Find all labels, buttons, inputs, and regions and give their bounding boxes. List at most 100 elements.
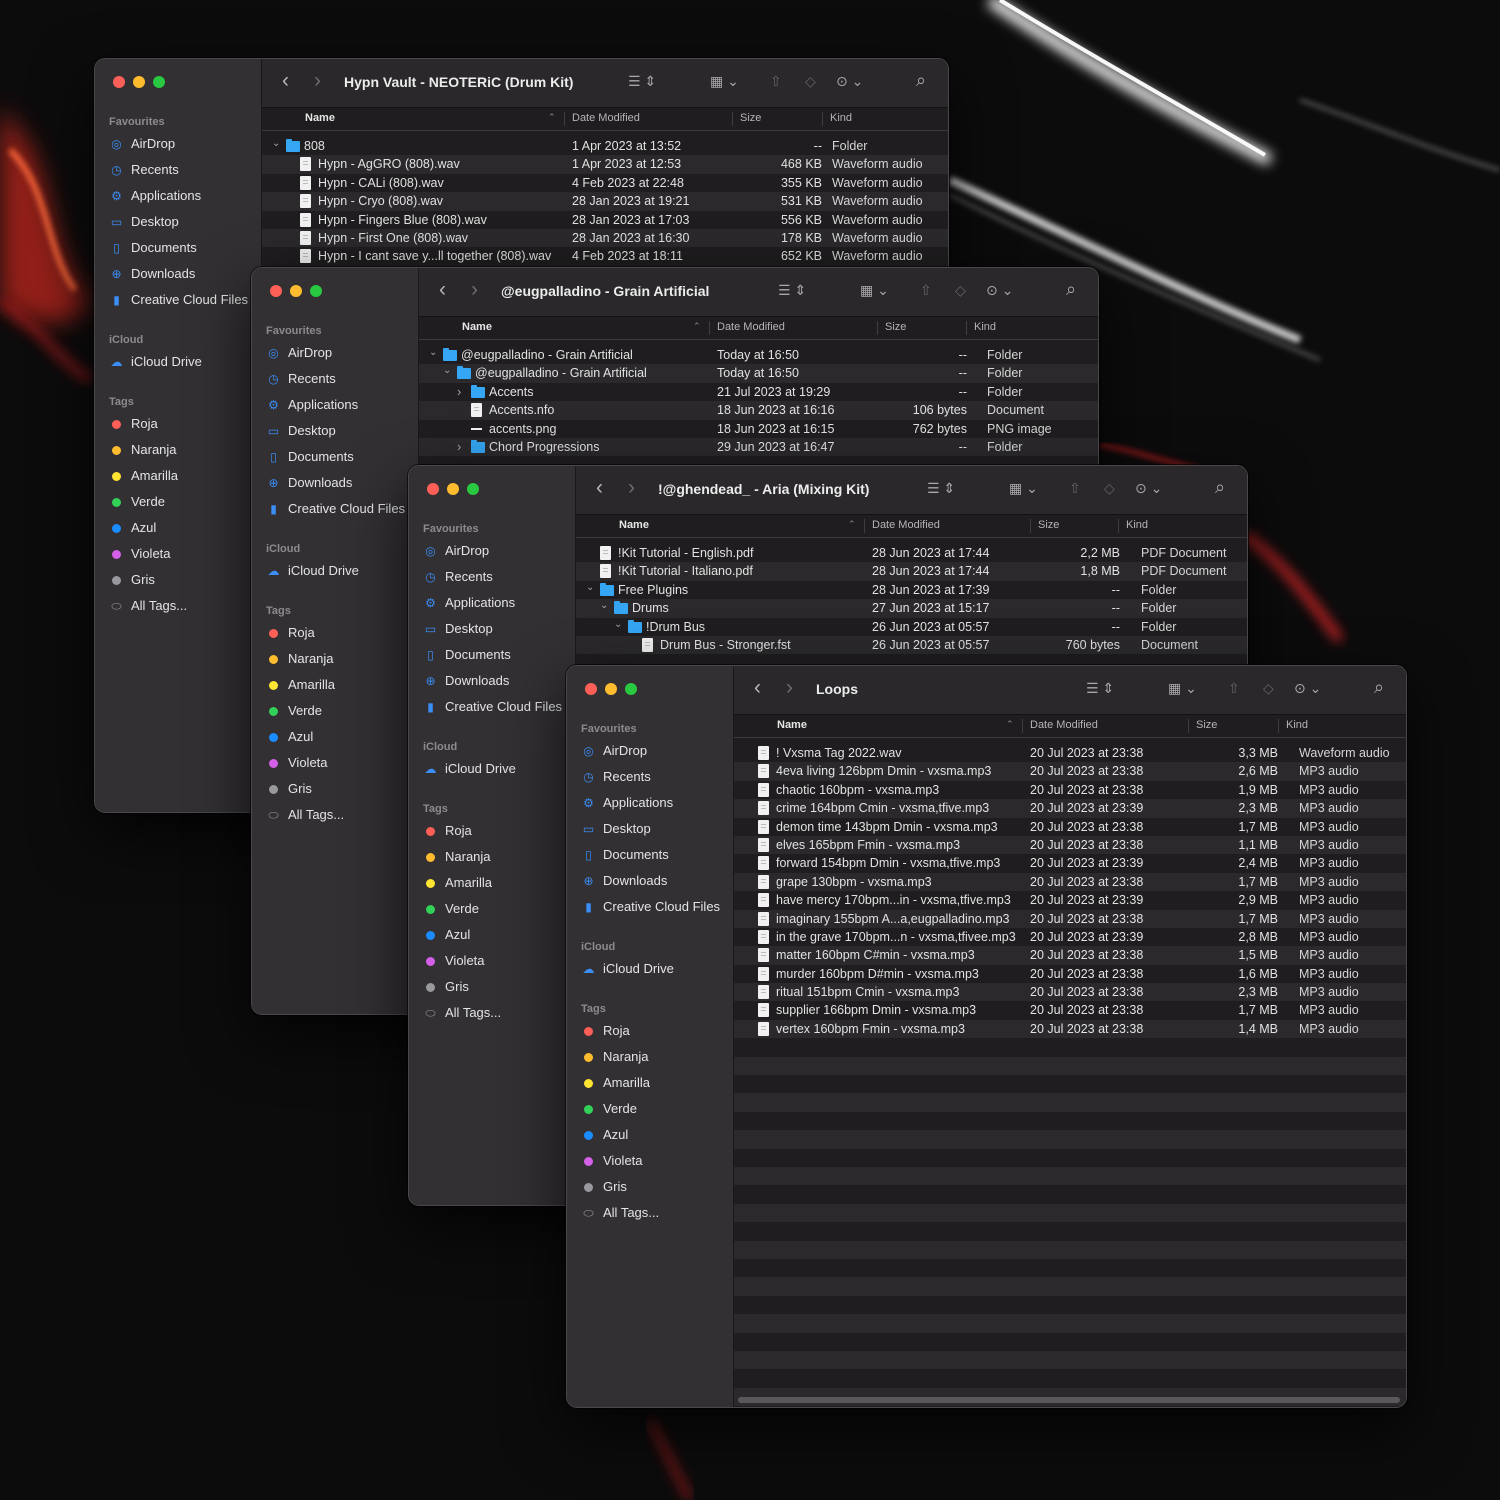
list-view-icon[interactable]: ☰ ⇕ bbox=[1086, 680, 1114, 697]
tag-violeta[interactable]: Violeta bbox=[95, 541, 261, 567]
column-header-size[interactable]: Size bbox=[740, 112, 761, 124]
forward-button[interactable]: › bbox=[314, 70, 321, 91]
share-icon[interactable]: ⇧ bbox=[1228, 680, 1240, 697]
chevron-down-icon[interactable]: ⌄ bbox=[443, 365, 451, 376]
sidebar-item-documents[interactable]: ▯ Documents bbox=[252, 444, 418, 470]
tag-azul[interactable]: Azul bbox=[567, 1122, 733, 1148]
file-row[interactable]: Drum Bus - Stronger.fst 26 Jun 2023 at 05… bbox=[576, 635, 1247, 655]
finder-window-loops[interactable]: Favourites ◎ AirDrop ◷ Recents ⚙ Applications ▭… bbox=[566, 665, 1407, 1408]
zoom-button[interactable] bbox=[467, 483, 479, 495]
search-icon[interactable]: ⌕ bbox=[1215, 477, 1225, 498]
file-row[interactable]: ⌄ @eugpalladino - Grain Artificial Today a… bbox=[419, 364, 1098, 383]
column-divider[interactable] bbox=[1030, 519, 1031, 533]
tag-verde[interactable]: Verde bbox=[252, 698, 418, 724]
forward-button[interactable]: › bbox=[628, 477, 635, 498]
column-header-name[interactable]: Name bbox=[777, 719, 807, 731]
file-row[interactable]: supplier 166bpm Dmin - vxsma.mp3 20 Jul 2… bbox=[734, 1001, 1406, 1019]
chevron-down-icon[interactable]: ⌄ bbox=[429, 347, 437, 358]
tag-gris[interactable]: Gris bbox=[409, 974, 575, 1000]
sidebar-item-recents[interactable]: ◷ Recents bbox=[252, 366, 418, 392]
sidebar-item-downloads[interactable]: ⊕ Downloads bbox=[567, 868, 733, 894]
file-row[interactable]: grape 130bpm - vxsma.mp3 20 Jul 2023 at 2… bbox=[734, 872, 1406, 892]
chevron-down-icon[interactable]: ⌄ bbox=[614, 619, 622, 630]
minimize-button[interactable] bbox=[133, 76, 145, 88]
column-header-name[interactable]: Name bbox=[305, 112, 335, 124]
grid-view-icon[interactable]: ▦ ⌄ bbox=[1009, 480, 1038, 497]
minimize-button[interactable] bbox=[290, 285, 302, 297]
sidebar-item-desktop[interactable]: ▭ Desktop bbox=[409, 616, 575, 642]
horizontal-scrollbar[interactable] bbox=[738, 1397, 1400, 1403]
tag-amarilla[interactable]: Amarilla bbox=[252, 672, 418, 698]
more-options-icon[interactable]: ⊙ ⌄ bbox=[1135, 480, 1162, 497]
forward-button[interactable]: › bbox=[786, 677, 793, 698]
share-icon[interactable]: ⇧ bbox=[1069, 480, 1081, 497]
tag-amarilla[interactable]: Amarilla bbox=[409, 870, 575, 896]
sidebar-item-airdrop[interactable]: ◎ AirDrop bbox=[567, 738, 733, 764]
column-divider[interactable] bbox=[1022, 719, 1023, 733]
sidebar-item-downloads[interactable]: ⊕ Downloads bbox=[252, 470, 418, 496]
sidebar-item-icloud-drive[interactable]: ☁ iCloud Drive bbox=[252, 558, 418, 584]
sidebar-item-airdrop[interactable]: ◎ AirDrop bbox=[95, 131, 261, 157]
search-icon[interactable]: ⌕ bbox=[916, 70, 926, 91]
column-header-kind[interactable]: Kind bbox=[974, 321, 996, 333]
zoom-button[interactable] bbox=[625, 683, 637, 695]
file-row[interactable]: Hypn - I cant save y...ll together (808)… bbox=[262, 247, 948, 265]
sidebar-item-desktop[interactable]: ▭ Desktop bbox=[95, 209, 261, 235]
more-options-icon[interactable]: ⊙ ⌄ bbox=[1294, 680, 1321, 697]
tag-icon[interactable]: ◇ bbox=[955, 282, 966, 299]
search-icon[interactable]: ⌕ bbox=[1066, 279, 1076, 300]
file-row[interactable]: accents.png 18 Jun 2023 at 16:15 762 bytes… bbox=[419, 420, 1098, 438]
tag-roja[interactable]: Roja bbox=[95, 411, 261, 437]
column-header-kind[interactable]: Kind bbox=[1126, 519, 1148, 531]
column-header-kind[interactable]: Kind bbox=[1286, 719, 1308, 731]
grid-view-icon[interactable]: ▦ ⌄ bbox=[1168, 680, 1197, 697]
file-row[interactable]: elves 165bpm Fmin - vxsma.mp3 20 Jul 2023… bbox=[734, 835, 1406, 855]
file-row[interactable]: demon time 143bpm Dmin - vxsma.mp3 20 Jul… bbox=[734, 818, 1406, 836]
sidebar-item-creative-cloud-files[interactable]: ▮ Creative Cloud Files bbox=[95, 287, 261, 313]
list-view-icon[interactable]: ☰ ⇕ bbox=[628, 73, 656, 90]
tag-roja[interactable]: Roja bbox=[409, 818, 575, 844]
close-button[interactable] bbox=[270, 285, 282, 297]
file-row[interactable]: Accents.nfo 18 Jun 2023 at 16:16 106 bytes… bbox=[419, 401, 1098, 420]
close-button[interactable] bbox=[113, 76, 125, 88]
chevron-down-icon[interactable]: ⌄ bbox=[600, 600, 608, 611]
file-row[interactable]: ⌄ Drums 27 Jun 2023 at 15:17 -- Folder bbox=[576, 599, 1247, 618]
file-row[interactable]: chaotic 160bpm - vxsma.mp3 20 Jul 2023 at… bbox=[734, 781, 1406, 799]
file-row[interactable]: !Kit Tutorial - Italiano.pdf 28 Jun 2023 … bbox=[576, 562, 1247, 581]
file-row[interactable]: crime 164bpm Cmin - vxsma,tfive.mp3 20 Ju… bbox=[734, 799, 1406, 818]
sidebar-item-airdrop[interactable]: ◎ AirDrop bbox=[252, 340, 418, 366]
sidebar-item-applications[interactable]: ⚙ Applications bbox=[252, 392, 418, 418]
minimize-button[interactable] bbox=[605, 683, 617, 695]
chevron-right-icon[interactable]: › bbox=[457, 439, 461, 454]
file-row[interactable]: ⌄ @eugpalladino - Grain Artificial Today a… bbox=[419, 346, 1098, 364]
column-header-date[interactable]: Date Modified bbox=[717, 321, 785, 333]
tag-verde[interactable]: Verde bbox=[95, 489, 261, 515]
tag-gris[interactable]: Gris bbox=[567, 1174, 733, 1200]
sidebar-item-documents[interactable]: ▯ Documents bbox=[567, 842, 733, 868]
column-divider[interactable] bbox=[732, 112, 733, 126]
all-tags-item[interactable]: ⬭ All Tags... bbox=[95, 593, 261, 619]
tag-amarilla[interactable]: Amarilla bbox=[567, 1070, 733, 1096]
tag-icon[interactable]: ◇ bbox=[1263, 680, 1274, 697]
sidebar-item-icloud-drive[interactable]: ☁ iCloud Drive bbox=[95, 349, 261, 375]
sidebar-item-desktop[interactable]: ▭ Desktop bbox=[567, 816, 733, 842]
column-divider[interactable] bbox=[709, 321, 710, 335]
file-row[interactable]: ⌄ !Drum Bus 26 Jun 2023 at 05:57 -- Folder bbox=[576, 618, 1247, 636]
column-divider[interactable] bbox=[1188, 719, 1189, 733]
file-row[interactable]: 4eva living 126bpm Dmin - vxsma.mp3 20 Ju… bbox=[734, 762, 1406, 781]
close-button[interactable] bbox=[427, 483, 439, 495]
column-header-size[interactable]: Size bbox=[885, 321, 906, 333]
file-row[interactable]: ! Vxsma Tag 2022.wav 20 Jul 2023 at 23:38… bbox=[734, 744, 1406, 762]
chevron-down-icon[interactable]: ⌄ bbox=[586, 582, 594, 593]
sidebar-item-recents[interactable]: ◷ Recents bbox=[95, 157, 261, 183]
file-row[interactable]: Hypn - CALi (808).wav 4 Feb 2023 at 22:48… bbox=[262, 174, 948, 192]
file-row[interactable]: vertex 160bpm Fmin - vxsma.mp3 20 Jul 202… bbox=[734, 1019, 1406, 1039]
column-header-name[interactable]: Name bbox=[619, 519, 649, 531]
all-tags-item[interactable]: ⬭ All Tags... bbox=[567, 1200, 733, 1226]
tag-azul[interactable]: Azul bbox=[252, 724, 418, 750]
sidebar-item-recents[interactable]: ◷ Recents bbox=[567, 764, 733, 790]
file-row[interactable]: Hypn - Cryo (808).wav 28 Jan 2023 at 19:2… bbox=[262, 192, 948, 211]
sidebar-item-applications[interactable]: ⚙ Applications bbox=[409, 590, 575, 616]
tag-violeta[interactable]: Violeta bbox=[252, 750, 418, 776]
sidebar-item-documents[interactable]: ▯ Documents bbox=[95, 235, 261, 261]
